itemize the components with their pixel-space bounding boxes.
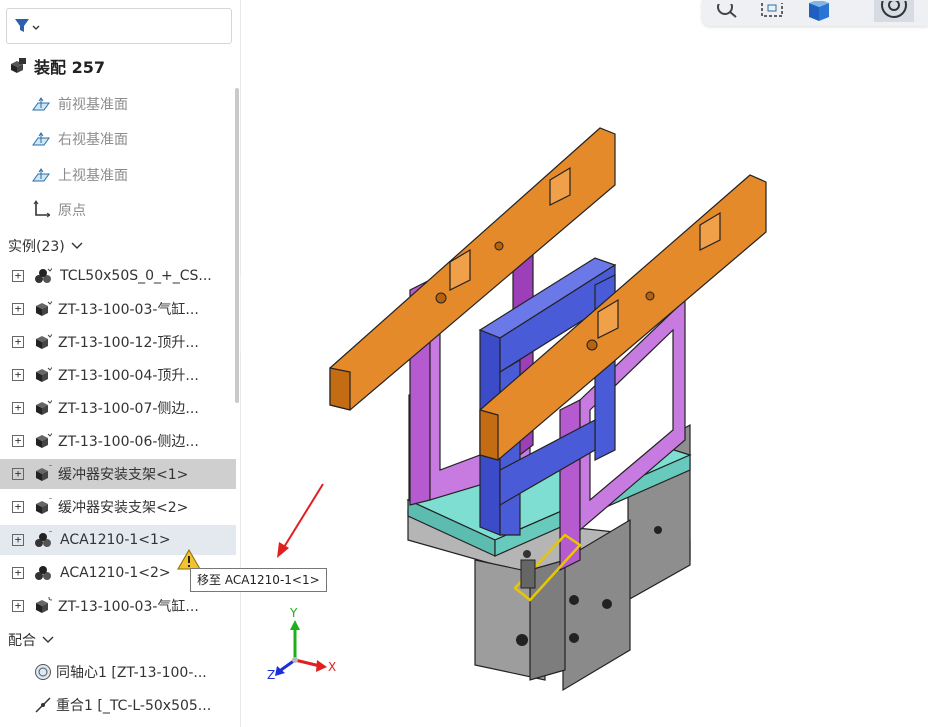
view-orientation-button[interactable] (874, 0, 914, 22)
tree-item-label: TCL50x50S_0_+_CS... (60, 268, 212, 284)
plane-icon (32, 168, 50, 182)
view-orientation-icon (881, 1, 907, 18)
part-icon (36, 366, 52, 382)
chevron-down-icon (42, 636, 54, 643)
tree-item-label: 同轴心1 [ZT-13-100-... (56, 665, 207, 681)
filter-icon (15, 19, 40, 32)
tree-item-label: ZT-13-100-12-顶升... (58, 335, 199, 351)
part-icon (36, 465, 52, 481)
part-icon (36, 300, 52, 316)
subassembly-icon (35, 531, 52, 547)
tree-instance-item[interactable]: + ZT-13-100-03-气缸... (0, 294, 236, 324)
part-icon (36, 498, 52, 514)
tree-instance-item-selected[interactable]: + 缓冲器安装支架<1> (0, 459, 236, 489)
plane-icon (32, 97, 50, 111)
graphics-viewport[interactable]: Y X Z (241, 0, 928, 727)
axis-z-label: Z (267, 668, 276, 682)
magnifier-icon (717, 4, 737, 18)
axis-x-label: X (328, 660, 337, 674)
tree-item-label: ZT-13-100-04-顶升... (58, 368, 199, 384)
instances-header-label: 实例(23) (8, 239, 65, 255)
expand-icon[interactable]: + (12, 270, 24, 282)
mates-header-label: 配合 (8, 633, 36, 649)
expand-icon[interactable]: + (12, 567, 24, 579)
plane-icon (32, 132, 50, 146)
tree-item-top-plane[interactable]: 上视基准面 (0, 160, 236, 190)
warning-icon (177, 549, 201, 570)
expand-icon[interactable]: + (12, 435, 24, 447)
tree-item-label: 前视基准面 (58, 97, 128, 113)
subassembly-icon (35, 566, 51, 580)
part-icon (36, 333, 52, 349)
expand-icon[interactable]: + (12, 468, 24, 480)
tree-instance-item[interactable]: + ZT-13-100-04-顶升... (0, 360, 236, 390)
expand-icon[interactable]: + (12, 369, 24, 381)
axis-triad: Y X Z (265, 606, 355, 690)
assembly-icon (11, 58, 26, 73)
tree-item-right-plane[interactable]: 右视基准面 (0, 124, 236, 154)
tree-item-label: ZT-13-100-03-气缸... (58, 599, 199, 615)
expand-icon[interactable]: + (12, 501, 24, 513)
subassembly-icon (35, 267, 52, 283)
annotation-arrow (277, 483, 324, 558)
tree-mate-item[interactable]: 同轴心1 [ZT-13-100-... (0, 657, 236, 687)
move-to-tooltip: 移至 ACA1210-1<1> (190, 568, 327, 592)
tree-item-front-plane[interactable]: 前视基准面 (0, 89, 236, 119)
part-icon (36, 399, 52, 415)
tree-item-label: 上视基准面 (58, 168, 128, 184)
expand-icon[interactable]: + (12, 303, 24, 315)
tree-item-label: 右视基准面 (58, 132, 128, 148)
zoom-to-fit-button[interactable] (757, 0, 787, 22)
part-icon (36, 597, 52, 613)
feature-tree-panel: 装配 257 前视基准面 右视基准面 上视基准面 原点 实例(23) + TCL… (0, 0, 241, 727)
tree-item-label: ZT-13-100-07-侧边... (58, 401, 199, 417)
tree-item-origin[interactable]: 原点 (0, 195, 236, 225)
tree-item-label: 原点 (58, 203, 86, 219)
tree-item-label: ZT-13-100-03-气缸... (58, 302, 199, 318)
tree-instance-item[interactable]: + ZT-13-100-07-侧边... (0, 393, 236, 423)
view-toolbar (702, 0, 928, 26)
tree-mate-item[interactable]: 重合1 [_TC-L-50x505... (0, 690, 236, 720)
display-style-button[interactable] (804, 0, 834, 22)
assembly-title[interactable]: 装配 257 (8, 55, 105, 77)
instances-section-header[interactable]: 实例(23) (8, 236, 83, 256)
tree-item-label: ACA1210-1<1> (60, 532, 171, 548)
tree-instance-item[interactable]: + TCL50x50S_0_+_CS... (0, 261, 236, 291)
tree-filter-button[interactable] (6, 8, 232, 44)
tree-instance-item[interactable]: + ZT-13-100-03-气缸... (0, 591, 236, 621)
expand-icon[interactable]: + (12, 534, 24, 546)
origin-icon (33, 200, 50, 218)
shaded-cube-icon (809, 1, 829, 21)
tree-scrollbar[interactable] (235, 88, 239, 403)
mates-section-header[interactable]: 配合 (8, 630, 54, 650)
tree-instance-item[interactable]: + 缓冲器安装支架<2> (0, 492, 236, 522)
part-icon (36, 432, 52, 448)
expand-icon[interactable]: + (12, 600, 24, 612)
tree-item-label: ZT-13-100-06-侧边... (58, 434, 199, 450)
chevron-down-icon (71, 242, 83, 249)
coincident-icon (35, 697, 51, 713)
axis-y-label: Y (290, 606, 298, 620)
expand-icon[interactable]: + (12, 336, 24, 348)
tree-item-label: 重合1 [_TC-L-50x505... (56, 698, 212, 714)
assembly-title-label: 装配 257 (34, 58, 105, 77)
tree-item-label: 缓冲器安装支架<1> (58, 467, 189, 483)
tree-instance-item[interactable]: + ZT-13-100-12-顶升... (0, 327, 236, 357)
zoom-button[interactable] (712, 0, 742, 22)
zoom-fit-icon (761, 3, 783, 17)
tree-item-label: 缓冲器安装支架<2> (58, 500, 189, 516)
tree-instance-item[interactable]: + ZT-13-100-06-侧边... (0, 426, 236, 456)
expand-icon[interactable]: + (12, 402, 24, 414)
tree-item-label: ACA1210-1<2> (60, 565, 171, 581)
concentric-icon (35, 664, 51, 680)
